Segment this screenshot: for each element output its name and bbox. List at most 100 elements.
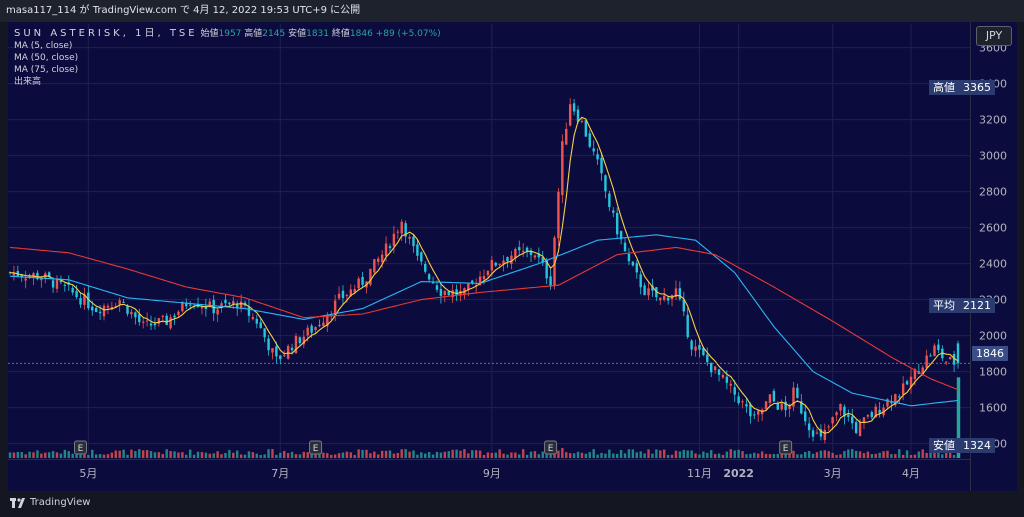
- ma75-legend[interactable]: MA (75, close): [14, 64, 441, 76]
- volume-bar: [322, 452, 325, 458]
- volume-bar: [369, 453, 372, 458]
- volume-bar: [678, 451, 682, 458]
- candle-body: [310, 325, 313, 333]
- volume-bar: [67, 451, 70, 458]
- volume-bar: [847, 449, 850, 458]
- ma50-line: [9, 234, 959, 407]
- candle-body: [717, 369, 721, 375]
- high-label: 高値: [244, 29, 263, 39]
- volume-bar: [435, 451, 439, 458]
- candle-body: [549, 276, 552, 287]
- volume-bar: [862, 453, 866, 458]
- volume-bar: [188, 449, 192, 458]
- volume-bar: [447, 451, 450, 458]
- earnings-marker-label: E: [783, 444, 789, 454]
- candle-body: [165, 315, 168, 325]
- volume-bar: [185, 454, 188, 458]
- close-value: 1846: [349, 29, 373, 39]
- candle-body: [251, 317, 255, 320]
- volume-bar: [110, 452, 114, 458]
- ma50-legend[interactable]: MA (50, close): [14, 52, 441, 64]
- volume-bar: [36, 450, 39, 458]
- volume-bar: [753, 452, 756, 458]
- volume-bar: [568, 453, 572, 458]
- candle-body: [337, 293, 341, 299]
- volume-bar: [275, 454, 278, 458]
- volume-bar: [24, 454, 27, 458]
- candle-body: [721, 375, 725, 378]
- volume-bar: [145, 450, 149, 458]
- volume-bar: [204, 452, 208, 458]
- currency-button[interactable]: JPY: [976, 26, 1012, 46]
- volume-bar: [839, 454, 842, 458]
- candle-body: [333, 300, 337, 316]
- candle-body: [494, 262, 497, 266]
- time-tick-label: 5月: [79, 467, 97, 480]
- volume-bar: [506, 454, 509, 458]
- candle-body: [612, 210, 615, 213]
- volume-bar: [259, 454, 262, 458]
- candle-body: [361, 276, 364, 285]
- volume-bar: [200, 452, 204, 458]
- volume-bar: [553, 453, 556, 458]
- candle-body: [615, 212, 619, 235]
- candle-body: [568, 104, 572, 126]
- candle-body: [173, 315, 176, 318]
- candle-body: [635, 263, 638, 273]
- volume-bar: [353, 454, 356, 458]
- candle-body: [890, 402, 893, 404]
- volume-bar: [600, 452, 603, 458]
- volume-bar: [588, 452, 591, 458]
- volume-bar: [541, 451, 544, 458]
- candle-body: [639, 274, 642, 288]
- candle-body: [145, 320, 149, 322]
- volume-bar: [717, 453, 721, 458]
- ma5-legend[interactable]: MA (5, close): [14, 40, 441, 52]
- volume-bar: [16, 452, 20, 458]
- volume-bar: [126, 454, 129, 458]
- volume-bar: [427, 452, 431, 458]
- time-tick-labels: 5月 7月 9月 11月 2022 3月 4月: [79, 467, 920, 480]
- price-tick-labels: 3600340032003000280026002400220020001800…: [979, 42, 1007, 451]
- volume-bar: [333, 454, 337, 458]
- candle-body: [482, 275, 486, 280]
- volume-bar: [529, 451, 533, 458]
- time-tick-label: 3月: [824, 467, 842, 480]
- volume-bar: [886, 450, 889, 458]
- volume-bar: [247, 451, 251, 458]
- time-tick-label: 7月: [271, 467, 289, 480]
- change-value: +89 (+5.07%): [375, 29, 441, 39]
- volume-bar: [345, 451, 349, 458]
- candle-body: [600, 158, 603, 174]
- candle-body: [823, 429, 827, 441]
- candle-body: [592, 148, 595, 152]
- candle-body: [514, 248, 517, 259]
- candle-body: [134, 312, 137, 318]
- volume-legend[interactable]: 出来高: [14, 76, 441, 88]
- volume-bar: [138, 449, 141, 458]
- volume-bar: [361, 449, 364, 458]
- candle-body: [188, 304, 192, 306]
- volume-bar: [690, 450, 693, 458]
- volume-bar: [482, 454, 486, 458]
- volume-bar: [819, 450, 823, 458]
- candle-body: [854, 422, 858, 434]
- volume-bar: [655, 449, 658, 458]
- volume-bar: [181, 452, 184, 458]
- volume-bar: [98, 454, 102, 458]
- volume-bar: [173, 451, 176, 458]
- candle-body: [75, 291, 78, 298]
- volume-bar: [51, 451, 55, 458]
- candle-body: [130, 311, 133, 315]
- candle-body: [839, 403, 842, 411]
- candle-body: [63, 284, 67, 286]
- volume-bar: [286, 453, 290, 458]
- candle-body: [729, 383, 733, 386]
- volume-bar: [674, 450, 678, 458]
- volume-bar: [925, 452, 928, 458]
- volume-bar: [572, 453, 576, 458]
- candle-body: [98, 311, 102, 314]
- volume-bar: [79, 454, 82, 458]
- candle-body: [384, 243, 388, 257]
- volume-bar: [565, 452, 568, 458]
